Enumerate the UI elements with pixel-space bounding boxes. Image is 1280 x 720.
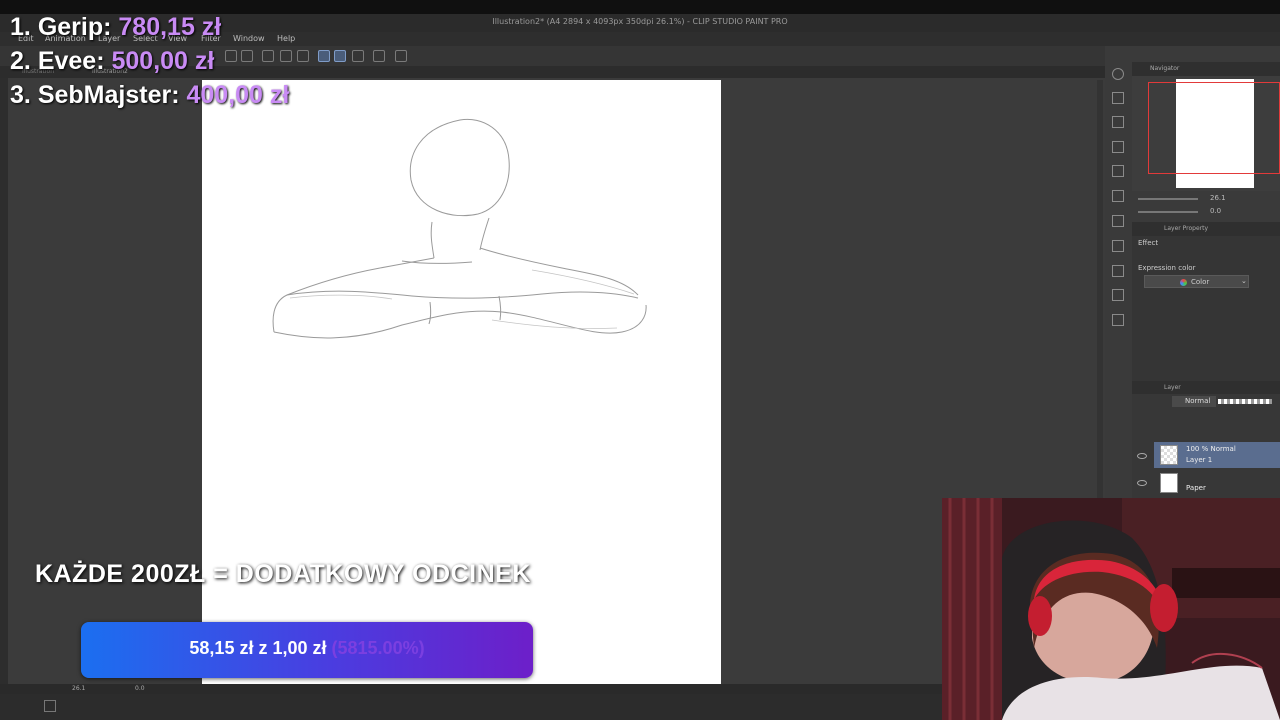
blend-mode-value: Normal	[1185, 397, 1211, 405]
palette-icon[interactable]	[1112, 116, 1124, 128]
expression-color-label: Expression color	[1138, 264, 1196, 272]
status-zoom[interactable]: 26.1	[72, 685, 85, 692]
search-icon[interactable]	[1112, 68, 1124, 80]
palette-icon[interactable]	[1112, 215, 1124, 227]
taskbar-icon[interactable]	[44, 700, 56, 712]
tab-layer[interactable]: Layer	[1164, 384, 1181, 391]
donation-row: 3. SebMajster: 400,00 zł	[10, 78, 289, 112]
expression-color-value: Color	[1191, 278, 1210, 286]
navigator-label[interactable]: Navigator	[1150, 65, 1179, 72]
donation-rank: 1.	[10, 13, 31, 41]
donation-rank: 3.	[10, 81, 31, 109]
palette-icon-column	[1105, 60, 1132, 340]
donation-row: 1. Gerip: 780,15 zł	[10, 10, 289, 44]
layer-panel: Normal 100 % Normal Layer 1 Paper	[1132, 394, 1280, 501]
expression-color-select[interactable]: Color ⌄	[1144, 275, 1249, 288]
status-rotation[interactable]: 0.0	[135, 685, 145, 692]
ruler-icon[interactable]	[352, 50, 364, 62]
webcam-overlay	[942, 498, 1280, 720]
layer-name: Paper	[1186, 484, 1206, 492]
status-bar: 26.1 0.0	[0, 684, 1100, 694]
palette-icon[interactable]	[1112, 165, 1124, 177]
donation-amount: 400,00 zł	[186, 81, 290, 109]
color-wheel-icon	[1180, 279, 1187, 286]
sketch-drawing	[272, 118, 647, 339]
palette-icon[interactable]	[1112, 289, 1124, 301]
layer-row[interactable]: 100 % Normal Layer 1	[1154, 442, 1280, 468]
layer-thumbnail	[1160, 473, 1178, 493]
layer-property-label[interactable]: Layer Property	[1164, 225, 1208, 232]
palette-icon[interactable]	[1112, 190, 1124, 202]
layer-thumbnail	[1160, 445, 1178, 465]
top-donations-list: 1. Gerip: 780,15 zł 2. Evee: 500,00 zł 3…	[10, 10, 289, 112]
donation-name: Evee:	[37, 47, 105, 75]
effect-label: Effect	[1138, 239, 1159, 247]
layer-row[interactable]: Paper	[1154, 470, 1280, 496]
palette-icon[interactable]	[1112, 240, 1124, 252]
donation-rank: 2.	[10, 47, 31, 75]
tool-strip[interactable]	[0, 78, 8, 688]
navigator-header: Navigator	[1132, 62, 1280, 76]
close-icon[interactable]	[1112, 92, 1124, 104]
goal-announcement: KAŻDE 200ZŁ = DODATKOWY ODCINEK	[35, 560, 531, 588]
layer-mode: 100 % Normal	[1186, 445, 1236, 453]
palette-icon[interactable]	[1112, 265, 1124, 277]
eye-icon[interactable]	[1137, 480, 1147, 486]
goal-progress-amount: 58,15 zł z 1,00 zł	[189, 638, 327, 658]
navigator-preview[interactable]	[1132, 76, 1280, 191]
zoom-slider[interactable]	[1138, 198, 1198, 200]
donation-goal-bar: 58,15 zł z 1,00 zł (5815.00%)	[81, 622, 533, 678]
donation-row: 2. Evee: 500,00 zł	[10, 44, 289, 78]
goal-progress-percent: (5815.00%)	[331, 638, 425, 658]
navigator-zoom[interactable]: 26.1	[1210, 194, 1226, 202]
layer-property-body: Effect Expression color Color ⌄	[1132, 236, 1280, 381]
donation-amount: 500,00 zł	[111, 47, 215, 75]
memo-icon[interactable]	[373, 50, 385, 62]
webcam-image	[942, 498, 1280, 720]
close-icon[interactable]	[1112, 141, 1124, 153]
palette-icon[interactable]	[1112, 314, 1124, 326]
donation-name: SebMajster:	[37, 81, 180, 109]
layer-property-header: Layer Property	[1132, 222, 1280, 236]
navigator-controls: 26.1 0.0	[1132, 191, 1280, 221]
layer-name: Layer 1	[1186, 456, 1213, 464]
drawing-canvas[interactable]	[202, 80, 721, 684]
donation-name: Gerip:	[37, 13, 112, 41]
snap-ruler-icon[interactable]	[297, 50, 309, 62]
pen-stabilizer-icon[interactable]	[318, 50, 330, 62]
rotation-slider[interactable]	[1138, 211, 1198, 213]
help-icon[interactable]	[395, 50, 407, 62]
donation-amount: 780,15 zł	[118, 13, 222, 41]
layer-panel-header: Layer	[1132, 381, 1280, 394]
navigator-viewport-frame[interactable]	[1148, 82, 1280, 174]
eye-icon[interactable]	[1137, 453, 1147, 459]
chevron-down-icon: ⌄	[1241, 277, 1247, 285]
blend-mode-select[interactable]: Normal	[1172, 396, 1216, 407]
opacity-slider[interactable]	[1218, 399, 1272, 404]
navigator-rotation[interactable]: 0.0	[1210, 207, 1221, 215]
goal-progress-text: 58,15 zł z 1,00 zł (5815.00%)	[81, 638, 533, 659]
pen-pressure-icon[interactable]	[334, 50, 346, 62]
